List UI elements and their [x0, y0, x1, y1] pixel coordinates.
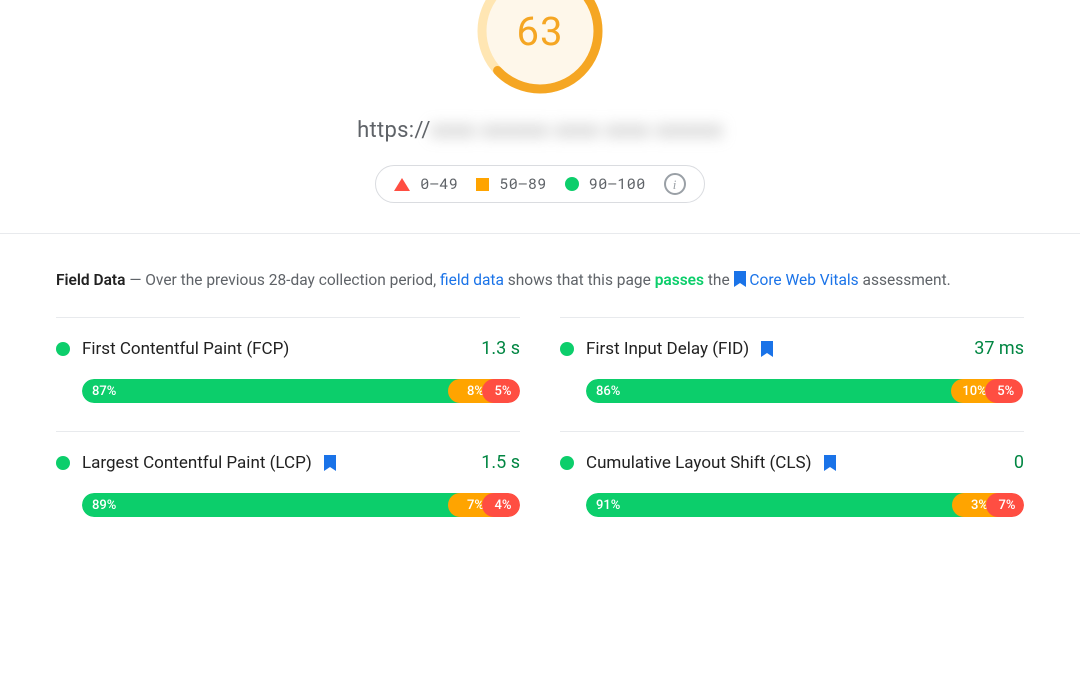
- metric-label: Cumulative Layout Shift (CLS): [586, 453, 812, 473]
- performance-score-gauge: 63: [475, 0, 605, 96]
- score-legend: 0–49 50–89 90–100 i: [375, 165, 705, 203]
- metric-distribution-bar: 86%10%5%: [586, 379, 1024, 403]
- distribution-poor-segment: 4%: [482, 493, 520, 517]
- core-web-vital-bookmark-icon: [761, 341, 773, 357]
- metric-label: First Contentful Paint (FCP): [82, 339, 289, 359]
- legend-average-range: 50–89: [499, 174, 547, 194]
- metric-status-icon: [560, 342, 574, 356]
- metric-label: First Input Delay (FID): [586, 339, 749, 359]
- metric-card[interactable]: Cumulative Layout Shift (CLS) 0 91%3%7%: [560, 431, 1024, 517]
- field-data-text-4: assessment.: [863, 271, 951, 289]
- metric-header: Largest Contentful Paint (LCP) 1.5 s: [56, 452, 520, 473]
- metric-card[interactable]: Largest Contentful Paint (LCP) 1.5 s 89%7%…: [56, 431, 520, 517]
- metric-distribution-bar: 87%8%5%: [82, 379, 520, 403]
- core-web-vitals-link[interactable]: Core Web Vitals: [749, 271, 858, 289]
- section-divider: [0, 233, 1080, 234]
- distribution-good-segment: 87%: [82, 379, 460, 403]
- legend-poor-range: 0–49: [420, 174, 458, 194]
- metric-value: 1.5 s: [481, 452, 520, 473]
- metric-status-icon: [560, 456, 574, 470]
- legend-good-range: 90–100: [589, 174, 646, 194]
- metric-value: 0: [1014, 452, 1024, 473]
- square-average-icon: [476, 178, 489, 191]
- core-web-vital-bookmark-icon: [324, 455, 336, 471]
- metric-header: First Contentful Paint (FCP) 1.3 s: [56, 338, 520, 359]
- metric-header: Cumulative Layout Shift (CLS) 0: [560, 452, 1024, 473]
- legend-good: 90–100: [565, 174, 646, 194]
- distribution-poor-segment: 7%: [986, 493, 1024, 517]
- distribution-good-segment: 91%: [586, 493, 964, 517]
- legend-info-icon[interactable]: i: [664, 173, 686, 195]
- field-data-summary: Field Data — Over the previous 28-day co…: [56, 266, 1024, 295]
- core-web-vital-bookmark-icon: [824, 455, 836, 471]
- metric-distribution-bar: 89%7%4%: [82, 493, 520, 517]
- url-redacted: xxxx xxxxxx xxxx xxxx xxxxxx: [431, 118, 723, 143]
- metric-card[interactable]: First Contentful Paint (FCP) 1.3 s 87%8%5%: [56, 317, 520, 403]
- bookmark-icon: [734, 271, 746, 287]
- metric-value: 37 ms: [974, 338, 1024, 359]
- field-data-passes: passes: [655, 271, 704, 289]
- field-data-link[interactable]: field data: [440, 271, 504, 289]
- distribution-good-segment: 86%: [586, 379, 963, 403]
- metric-value: 1.3 s: [481, 338, 520, 359]
- metric-header: First Input Delay (FID) 37 ms: [560, 338, 1024, 359]
- metric-status-icon: [56, 342, 70, 356]
- page-url: https:// xxxx xxxxxx xxxx xxxx xxxxxx: [357, 118, 723, 143]
- metric-card[interactable]: First Input Delay (FID) 37 ms 86%10%5%: [560, 317, 1024, 403]
- triangle-poor-icon: [394, 178, 410, 191]
- metric-distribution-bar: 91%3%7%: [586, 493, 1024, 517]
- field-data-title: Field Data: [56, 271, 125, 289]
- performance-score-value: 63: [475, 0, 605, 96]
- legend-average: 50–89: [476, 174, 547, 194]
- field-data-text-1: — Over the previous 28-day collection pe…: [129, 271, 440, 289]
- metric-label: Largest Contentful Paint (LCP): [82, 453, 312, 473]
- metric-status-icon: [56, 456, 70, 470]
- field-data-text-3: the: [708, 271, 734, 289]
- distribution-poor-segment: 5%: [482, 379, 520, 403]
- distribution-good-segment: 89%: [82, 493, 460, 517]
- distribution-poor-segment: 5%: [985, 379, 1023, 403]
- legend-poor: 0–49: [394, 174, 458, 194]
- field-data-text-2: shows that this page: [508, 271, 655, 289]
- circle-good-icon: [565, 177, 579, 191]
- url-prefix: https://: [357, 118, 431, 143]
